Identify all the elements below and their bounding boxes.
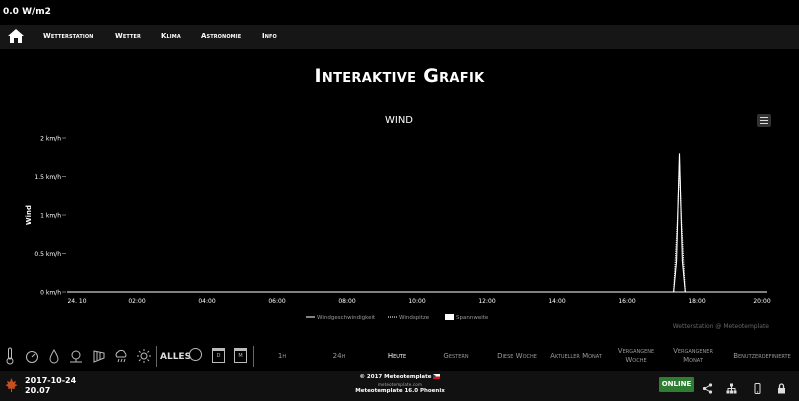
wind-sock-icon[interactable] — [92, 347, 106, 365]
maple-leaf-icon — [5, 378, 18, 392]
page-title: Interaktive Grafik — [314, 65, 485, 87]
rain-cloud-icon[interactable] — [114, 347, 128, 365]
top-bar: 0.0 W/m2 — [0, 0, 799, 24]
x-tick-label: 08:00 — [338, 298, 355, 305]
series-line-windspitze — [67, 161, 767, 293]
solar-radiation-value: 0.0 W/m2 — [3, 7, 51, 17]
y-tick-label: 1 km/h — [40, 213, 61, 220]
period-gestern[interactable]: Gestern — [437, 352, 475, 361]
copyright-text: © 2017 Meteotemplate — [359, 374, 432, 380]
nav-item-klima[interactable]: Klima — [161, 32, 181, 40]
calendar-day-icon[interactable]: D — [212, 348, 225, 363]
x-tick-label: 24. 10 — [67, 298, 86, 305]
all-variables-button[interactable]: ALLES — [160, 352, 191, 362]
graph-toolbar: ALLES D M 1h 24h Heute Gestern Diese Woc… — [0, 343, 799, 370]
period-benutzerdefinierte[interactable]: Benutzerdefinierte — [726, 352, 798, 361]
y-tick-label: 0 km/h — [40, 290, 61, 297]
chart-menu-button[interactable] — [757, 114, 771, 127]
site-link[interactable]: meteotemplate.com — [300, 381, 500, 388]
y-tick-label: 1.5 km/h — [34, 174, 61, 181]
legend-item[interactable]: Windgeschwindigkeit — [317, 315, 376, 321]
nav-item-wetter[interactable]: Wetter — [115, 32, 141, 40]
y-tick-label: 2 km/h — [40, 136, 61, 143]
footer: 2017-10-24 20.07 © 2017 Meteotemplate me… — [0, 371, 799, 401]
current-datetime: 2017-10-24 20.07 — [25, 376, 76, 396]
period-1h[interactable]: 1h — [272, 352, 292, 361]
x-tick-label: 18:00 — [688, 298, 705, 305]
thermometer-icon[interactable] — [3, 347, 17, 365]
period-heute[interactable]: Heute — [382, 352, 412, 361]
chart-title: WIND — [385, 115, 413, 126]
nav-item-info[interactable]: Info — [262, 32, 277, 40]
gauge-icon[interactable] — [25, 347, 39, 365]
main-navigation: Wetterstation Wetter Klima Astronomie In… — [0, 25, 799, 49]
pressure-icon[interactable] — [69, 347, 83, 365]
clock-icon[interactable] — [189, 348, 202, 361]
period-vergangene-woche[interactable]: Vergangene Woche — [612, 347, 660, 365]
x-tick-label: 06:00 — [268, 298, 285, 305]
czech-flag-icon — [433, 374, 441, 379]
nav-item-wetterstation[interactable]: Wetterstation — [43, 32, 93, 40]
online-status-badge: ONLINE — [659, 377, 694, 392]
legend-item[interactable]: Spannweite — [456, 315, 489, 321]
x-tick-label: 20:00 — [753, 298, 770, 305]
x-tick-label: 10:00 — [408, 298, 425, 305]
current-time: 20.07 — [25, 386, 51, 395]
sitemap-icon[interactable] — [726, 379, 737, 394]
x-tick-label: 12:00 — [478, 298, 495, 305]
toolbar-divider — [253, 346, 254, 367]
legend-swatch — [445, 314, 454, 320]
share-icon[interactable] — [702, 379, 713, 394]
chart-credit[interactable]: Wetterstation @ Meteotemplate — [673, 323, 769, 330]
period-diese-woche[interactable]: Diese Woche — [491, 352, 543, 361]
y-axis-label: Wind — [25, 205, 33, 225]
humidity-drop-icon[interactable] — [47, 347, 61, 365]
x-tick-label: 14:00 — [548, 298, 565, 305]
lock-icon[interactable] — [776, 379, 787, 394]
period-vergangener-monat[interactable]: Vergangener Monat — [668, 347, 718, 365]
copyright-block: © 2017 Meteotemplate meteotemplate.com M… — [300, 374, 500, 395]
y-tick-label: 0.5 km/h — [34, 251, 61, 258]
version-text: Meteotemplate 16.0 Phoenix — [355, 388, 445, 394]
period-aktueller-monat[interactable]: Aktueller Monat — [545, 352, 607, 361]
home-icon[interactable] — [7, 28, 25, 44]
calendar-month-icon[interactable]: M — [234, 348, 247, 363]
sun-icon[interactable] — [137, 347, 151, 365]
series-line-windgeschwindigkeit — [67, 153, 767, 293]
nav-item-astronomie[interactable]: Astronomie — [201, 32, 241, 40]
toolbar-divider — [156, 346, 157, 367]
x-tick-label: 04:00 — [198, 298, 215, 305]
x-tick-label: 16:00 — [618, 298, 635, 305]
legend-item[interactable]: Windspitze — [399, 315, 430, 321]
wind-chart: WIND Wind 0 km/h 0.5 km/h 1 km/h 1.5 km/h 2 km… — [25, 115, 771, 321]
period-24h[interactable]: 24h — [328, 352, 350, 361]
mobile-icon[interactable] — [752, 379, 763, 394]
current-date: 2017-10-24 — [25, 376, 77, 385]
x-tick-label: 02:00 — [128, 298, 145, 305]
